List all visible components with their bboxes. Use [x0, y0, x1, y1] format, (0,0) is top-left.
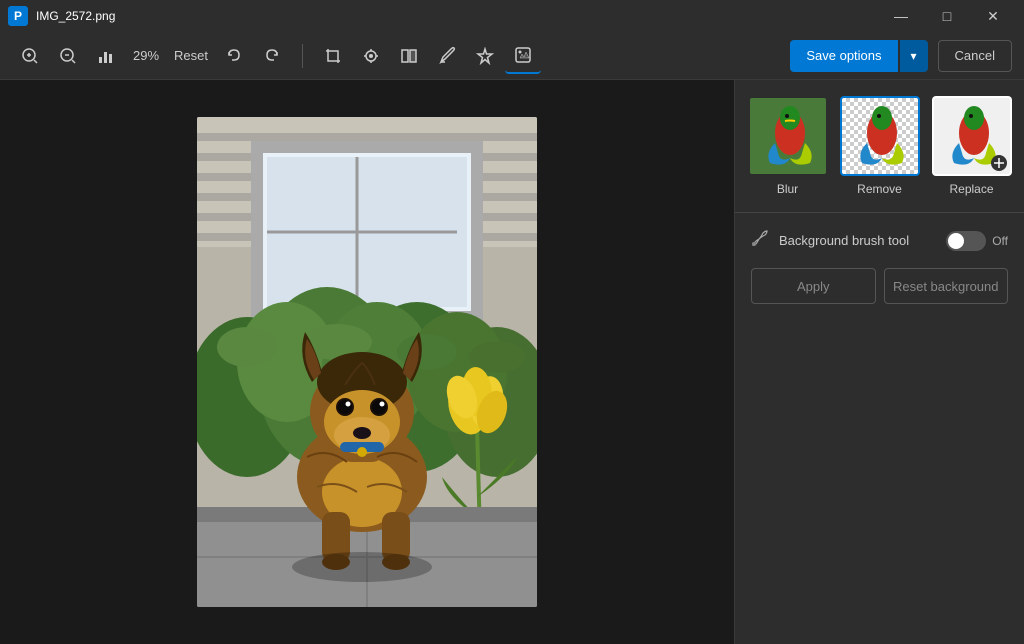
panel-divider	[735, 212, 1024, 213]
action-buttons: Apply Reset background	[751, 268, 1008, 304]
zoom-out-button[interactable]	[50, 38, 86, 74]
chevron-down-icon: ▾	[911, 49, 917, 63]
crop-button[interactable]	[315, 38, 351, 74]
dog-image	[197, 117, 537, 607]
minimize-button[interactable]: —	[878, 0, 924, 32]
reset-zoom-button[interactable]: Reset	[168, 38, 214, 74]
toolbar: 29% Reset	[0, 32, 1024, 80]
bg-thumb-blur	[748, 96, 828, 176]
undo-button[interactable]	[216, 38, 252, 74]
save-options-button[interactable]: Save options	[790, 40, 897, 72]
right-panel: Blur Preview Remove	[734, 80, 1024, 644]
bg-options: Blur Preview Remove	[751, 96, 1008, 196]
apply-button[interactable]: Apply	[751, 268, 876, 304]
bg-blur-label: Blur	[777, 182, 798, 196]
bg-remove-label: Remove	[857, 182, 902, 196]
bg-thumb-replace: Preview	[932, 96, 1012, 176]
brush-icon	[751, 229, 769, 252]
brush-tool-label: Background brush tool	[779, 233, 936, 248]
background-button[interactable]	[505, 38, 541, 74]
image-container	[197, 117, 537, 607]
edit-tools	[315, 38, 541, 74]
zoom-in-button[interactable]	[12, 38, 48, 74]
canvas-area[interactable]	[0, 80, 734, 644]
toggle-knob	[948, 233, 964, 249]
maximize-button[interactable]: □	[924, 0, 970, 32]
toolbar-sep-1	[302, 44, 303, 68]
reset-background-button[interactable]: Reset background	[884, 268, 1009, 304]
bg-option-replace[interactable]: Preview Replace	[932, 96, 1012, 196]
brush-tool-toggle[interactable]	[946, 231, 986, 251]
adjust-button[interactable]	[353, 38, 389, 74]
cancel-button[interactable]: Cancel	[938, 40, 1012, 72]
histogram-button[interactable]	[88, 38, 124, 74]
close-button[interactable]: ✕	[970, 0, 1016, 32]
compare-button[interactable]	[391, 38, 427, 74]
main-content: Blur Preview Remove	[0, 80, 1024, 644]
save-controls: Save options ▾ Cancel	[790, 40, 1012, 72]
title-bar: P IMG_2572.png — □ ✕	[0, 0, 1024, 32]
app-icon: P	[8, 6, 28, 26]
brush-tool-row: Background brush tool Off	[751, 229, 1008, 252]
bg-replace-label: Replace	[949, 182, 993, 196]
window-controls: — □ ✕	[878, 0, 1016, 32]
bg-thumb-remove: Preview	[840, 96, 920, 176]
window-title: IMG_2572.png	[36, 9, 878, 23]
bg-option-remove[interactable]: Preview Remove	[840, 96, 920, 196]
zoom-level: 29%	[126, 48, 166, 63]
effects-button[interactable]	[467, 38, 503, 74]
toggle-wrapper: Off	[946, 231, 1008, 251]
bg-option-blur[interactable]: Blur	[748, 96, 828, 196]
draw-button[interactable]	[429, 38, 465, 74]
toggle-state-label: Off	[992, 234, 1008, 248]
zoom-controls: 29% Reset	[12, 38, 290, 74]
redo-button[interactable]	[254, 38, 290, 74]
save-options-dropdown-button[interactable]: ▾	[900, 40, 928, 72]
